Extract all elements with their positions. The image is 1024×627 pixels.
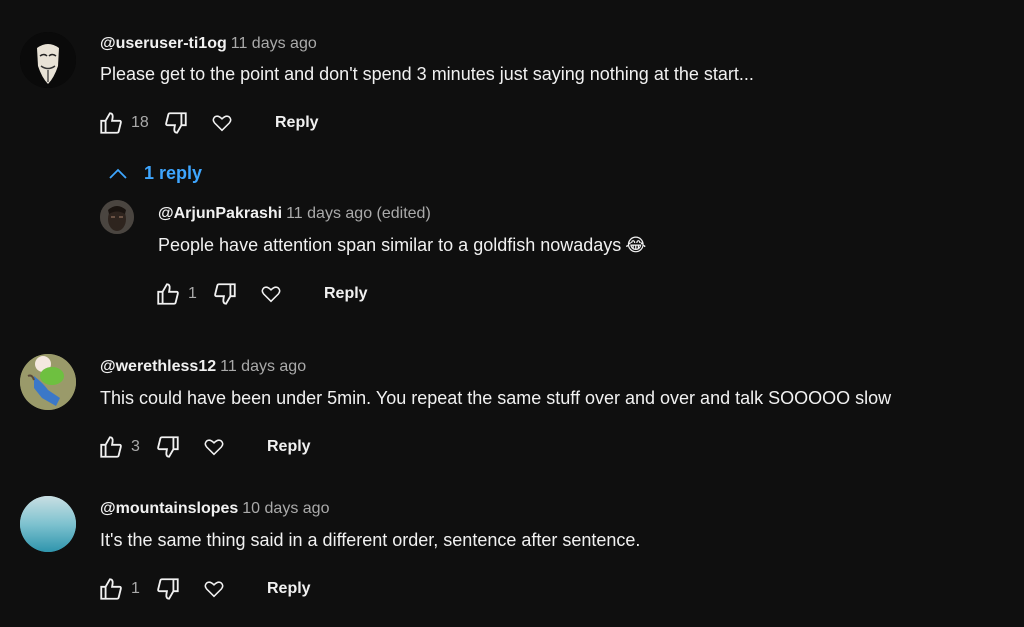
comment-text: It's the same thing said in a different … xyxy=(100,530,641,550)
reply-text-line: People have attention span similar to a … xyxy=(158,235,646,256)
heart-button[interactable] xyxy=(260,283,282,305)
like-button[interactable] xyxy=(155,281,181,307)
dislike-button[interactable] xyxy=(163,110,189,136)
comment-time[interactable]: 11 days ago xyxy=(231,35,317,52)
reply-button[interactable]: Reply xyxy=(324,285,368,303)
heart-button[interactable] xyxy=(203,578,225,600)
reply-header: @ArjunPakrashi 11 days ago (edited) xyxy=(158,205,431,223)
comment-author[interactable]: @mountainslopes xyxy=(100,500,238,517)
comment-text: Please get to the point and don't spend … xyxy=(100,64,754,84)
blue-gradient-avatar-icon xyxy=(20,496,76,552)
reply-author[interactable]: @ArjunPakrashi xyxy=(158,205,282,222)
like-count: 1 xyxy=(188,285,197,302)
like-count: 18 xyxy=(131,114,149,131)
dislike-button[interactable] xyxy=(212,281,238,307)
comment-time[interactable]: 11 days ago xyxy=(220,358,306,375)
heart-icon xyxy=(204,439,224,456)
comment-header: @useruser-ti1og 11 days ago xyxy=(100,35,317,53)
reply-button[interactable]: Reply xyxy=(267,580,311,598)
heart-button[interactable] xyxy=(203,436,225,458)
laughing-emoji-icon: 😂 xyxy=(625,235,647,255)
dislike-button[interactable] xyxy=(155,434,181,460)
like-count: 3 xyxy=(131,438,140,455)
replies-toggle-button[interactable]: 1 reply xyxy=(108,163,202,184)
avatar[interactable] xyxy=(20,354,76,410)
comment-actions: 3 Reply xyxy=(98,433,311,461)
avatar[interactable] xyxy=(20,32,76,88)
portrait-avatar-icon xyxy=(100,200,134,234)
thumbs-up-icon xyxy=(157,283,179,305)
like-button[interactable] xyxy=(98,110,124,136)
comment-time[interactable]: 10 days ago xyxy=(242,500,329,517)
comment-actions: 1 Reply xyxy=(98,575,311,603)
cartoon-avatar-icon xyxy=(20,354,76,410)
avatar[interactable] xyxy=(20,496,76,552)
reply-time[interactable]: 11 days ago (edited) xyxy=(286,205,431,222)
thumbs-up-icon xyxy=(100,112,122,134)
like-button[interactable] xyxy=(98,576,124,602)
comment-header: @mountainslopes 10 days ago xyxy=(100,500,329,518)
like-count: 1 xyxy=(131,580,140,597)
comment-header: @werethless12 11 days ago xyxy=(100,358,306,376)
reply-text: People have attention span similar to a … xyxy=(158,235,622,255)
mask-avatar-icon xyxy=(20,32,76,88)
heart-icon xyxy=(261,286,281,303)
comment-text: This could have been under 5min. You rep… xyxy=(100,388,892,408)
comment-actions: 18 Reply xyxy=(98,109,319,137)
thumbs-down-icon xyxy=(165,112,187,134)
chevron-up-icon xyxy=(109,168,127,179)
thumbs-down-icon xyxy=(157,436,179,458)
replies-count-label: 1 reply xyxy=(144,163,203,183)
reply-avatar[interactable] xyxy=(100,200,134,234)
comment-author[interactable]: @useruser-ti1og xyxy=(100,35,227,52)
thumbs-down-icon xyxy=(157,578,179,600)
heart-icon xyxy=(212,115,232,132)
reply-actions: 1 Reply xyxy=(155,280,368,308)
heart-icon xyxy=(204,581,224,598)
thumbs-down-icon xyxy=(214,283,236,305)
like-button[interactable] xyxy=(98,434,124,460)
thumbs-up-icon xyxy=(100,578,122,600)
heart-button[interactable] xyxy=(211,112,233,134)
dislike-button[interactable] xyxy=(155,576,181,602)
reply-button[interactable]: Reply xyxy=(267,438,311,456)
reply-button[interactable]: Reply xyxy=(275,114,319,132)
thumbs-up-icon xyxy=(100,436,122,458)
comment-author[interactable]: @werethless12 xyxy=(100,358,216,375)
